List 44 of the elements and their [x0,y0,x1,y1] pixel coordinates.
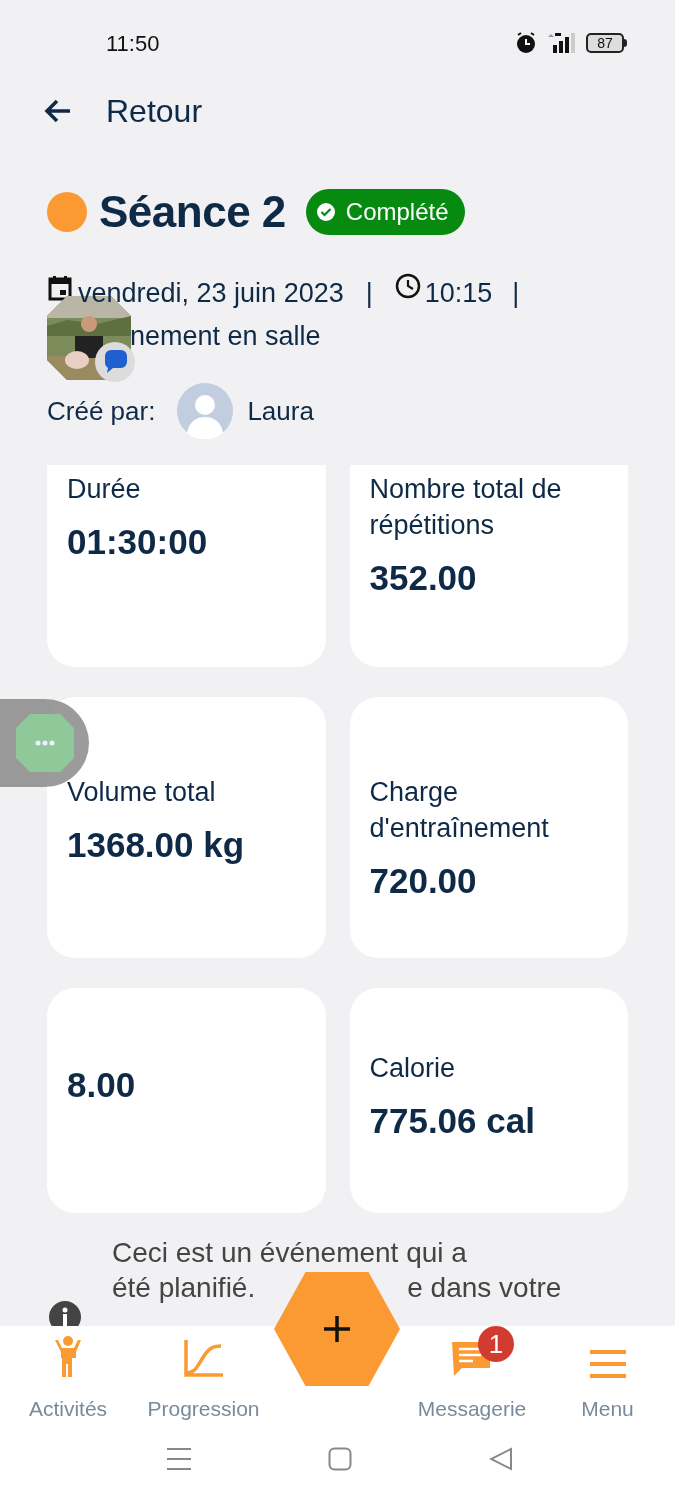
back-link[interactable]: Retour [0,86,675,136]
menu-icon [166,1447,192,1471]
stat-value: 8.00 [67,1064,137,1106]
home-icon [328,1447,352,1471]
creator-name: Laura [247,394,314,428]
chart-line-icon [182,1338,225,1378]
session-date: vendredi, 23 juin 2023 [78,276,344,310]
menu-icon [589,1350,626,1378]
created-by-label: Créé par: [47,394,156,428]
stat-value: 775.06 cal [369,1100,536,1142]
stat-value: 352.00 [369,557,478,599]
nav-item[interactable]: Menu [540,1322,675,1422]
info-text: été planifié. [112,1271,256,1305]
session-time: 10:15 [424,276,493,310]
stat-label: Durée [67,473,142,506]
plus-icon [323,1315,351,1343]
avatar-icon [177,383,234,439]
stat-label: Calorie [369,1052,457,1085]
stat-label: Nombre total de répétitions [369,473,563,542]
alarm-icon [514,31,538,55]
session-location: nement en salle [130,321,321,351]
session-title: Séance 2 [99,186,286,238]
status-time: 11:50 [106,29,160,58]
signal-icon [546,31,578,55]
nav-item[interactable]: 1 Messagerie [404,1322,540,1422]
separator-text: | [365,276,373,310]
calendar-icon [48,275,72,301]
battery-level: 87 [586,33,624,53]
figure-icon [53,1336,83,1378]
check-icon [315,202,336,222]
status-badge: Complété [305,189,465,235]
stat-label: Volume total [67,776,217,809]
info-text: e dans votre [407,1271,562,1305]
clock-icon [394,273,421,299]
back-icon [489,1447,513,1471]
info-text: Ceci est un événement qui a [112,1236,468,1270]
stat-value: 720.00 [369,860,478,902]
nav-item[interactable]: Progression [136,1322,271,1422]
stat-value: 01:30:00 [67,521,209,563]
more-icon [16,714,74,772]
separator-text: | [512,276,520,310]
nav-item[interactable]: Activités [0,1322,136,1422]
stat-value: 1368.00 kg [67,824,246,866]
stat-label: Charge d'entraînement [369,776,550,845]
